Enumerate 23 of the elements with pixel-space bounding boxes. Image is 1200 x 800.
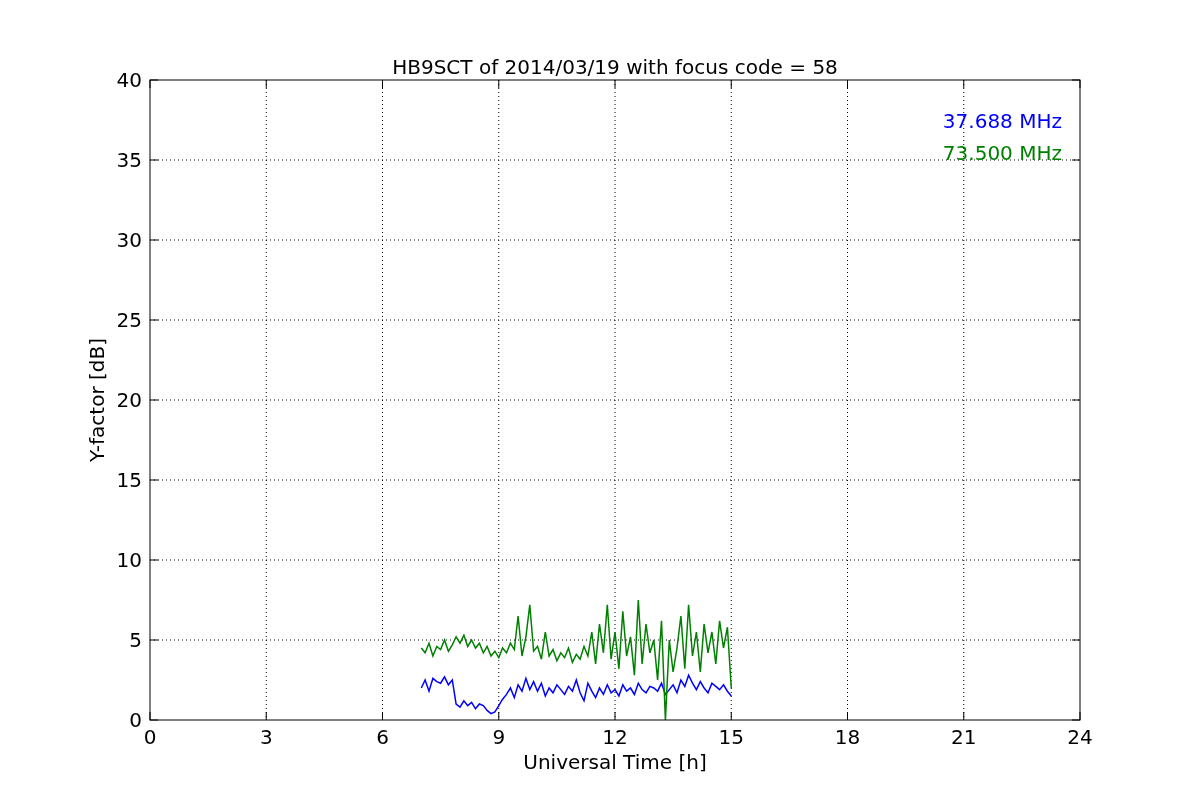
y-tick-label: 15 (116, 468, 142, 492)
x-tick-label: 0 (143, 725, 157, 749)
y-tick-label: 10 (116, 548, 142, 572)
x-tick-label: 18 (834, 725, 861, 749)
x-tick-label: 6 (376, 725, 389, 749)
legend-label: 37.688 MHz (942, 109, 1062, 133)
y-axis-label: Y-factor [dB] (85, 338, 109, 462)
legend-label: 73.500 MHz (942, 141, 1062, 165)
y-tick-label: 20 (116, 388, 142, 412)
y-tick-label: 25 (116, 308, 142, 332)
x-tick-label: 9 (492, 725, 506, 749)
x-axis-label: Universal Time [h] (523, 750, 707, 774)
x-tick-label: 3 (259, 725, 273, 749)
y-tick-label: 0 (129, 708, 142, 732)
y-tick-label: 35 (116, 148, 142, 172)
y-tick-label: 40 (116, 68, 142, 92)
y-tick-label: 30 (116, 228, 142, 252)
x-tick-label: 12 (602, 725, 628, 749)
x-tick-label: 24 (1067, 725, 1093, 749)
x-tick-label: 21 (951, 725, 977, 749)
y-tick-label: 5 (129, 628, 142, 652)
x-tick-label: 15 (718, 725, 744, 749)
chart-title: HB9SCT of 2014/03/19 with focus code = 58 (392, 55, 838, 79)
